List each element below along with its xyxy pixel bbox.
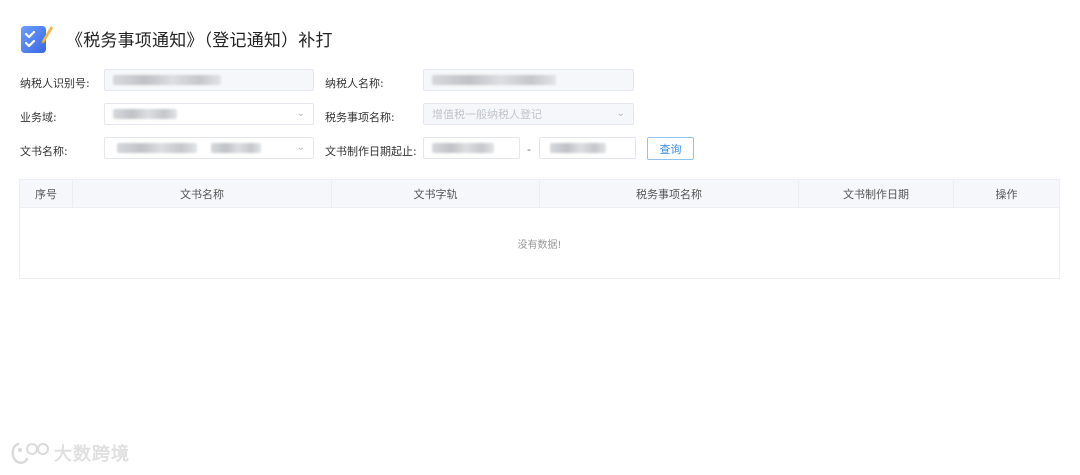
chevron-down-icon: ⌄ (296, 108, 305, 119)
query-button[interactable]: 查询 (647, 137, 694, 160)
date-separator: - (527, 143, 531, 156)
tax-matter-name-label: 税务事项名称: (325, 111, 395, 124)
edit-checklist-icon (20, 21, 54, 55)
column-header[interactable]: 操作 (954, 180, 1059, 207)
taxpayer-id-field[interactable] (104, 69, 314, 91)
column-header[interactable]: 税务事项名称 (540, 180, 799, 207)
document-name-select[interactable]: ⌄ (104, 137, 314, 159)
page: 《税务事项通知》（登记通知）补打 纳税人识别号: 纳税人名称: 业务域: ⌄ 税… (0, 0, 1080, 475)
redacted-value (550, 143, 606, 153)
redacted-value (117, 143, 197, 153)
redacted-value (211, 143, 261, 153)
redacted-value (113, 75, 221, 85)
redacted-value (432, 143, 494, 153)
tax-matter-name-value: 增值税一般纳税人登记 (432, 108, 542, 121)
redacted-value (113, 109, 177, 119)
taxpayer-name-label: 纳税人名称: (325, 77, 384, 90)
redacted-value (432, 75, 556, 85)
table-header: 序号 文书名称 文书字轨 税务事项名称 文书制作日期 操作 (20, 180, 1059, 208)
column-header[interactable]: 文书制作日期 (799, 180, 954, 207)
page-title: 《税务事项通知》（登记通知）补打 (66, 30, 333, 51)
document-date-label: 文书制作日期起止: (325, 145, 417, 158)
date-start-input[interactable] (423, 137, 520, 159)
page-header: 《税务事项通知》（登记通知）补打 (20, 20, 333, 56)
business-domain-label: 业务域: (20, 111, 57, 124)
watermark-text: 大数跨境 (54, 444, 130, 465)
business-domain-select[interactable]: ⌄ (104, 103, 314, 125)
document-name-label: 文书名称: (20, 145, 68, 158)
date-end-input[interactable] (539, 137, 636, 159)
empty-state-text: 没有数据! (517, 240, 562, 251)
column-header[interactable]: 序号 (20, 180, 73, 207)
tax-matter-name-select[interactable]: 增值税一般纳税人登记 ⌄ (423, 103, 634, 125)
watermark: 大数跨境 (8, 440, 130, 466)
column-header[interactable]: 文书名称 (73, 180, 332, 207)
chevron-down-icon: ⌄ (616, 108, 625, 119)
taxpayer-id-label: 纳税人识别号: (20, 77, 90, 90)
taxpayer-name-field[interactable] (423, 69, 634, 91)
column-header[interactable]: 文书字轨 (332, 180, 540, 207)
documents-table: 序号 文书名称 文书字轨 税务事项名称 文书制作日期 操作 没有数据! (19, 179, 1060, 279)
watermark-logo-icon (11, 442, 49, 464)
chevron-down-icon: ⌄ (296, 142, 305, 153)
